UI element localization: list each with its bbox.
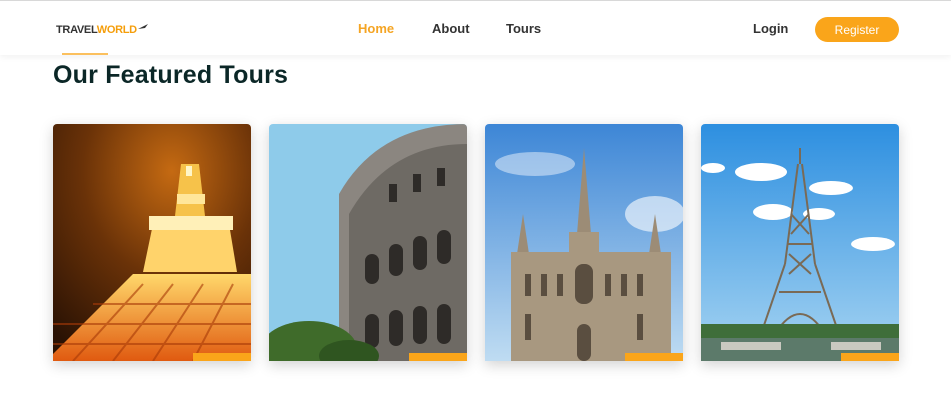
tour-tag-3: [625, 353, 683, 361]
section-title: Our Featured Tours: [53, 61, 289, 89]
tour-image-cathedral: [485, 124, 683, 361]
tour-image-eiffel-tower: [701, 124, 899, 361]
tour-tag-1: [193, 353, 251, 361]
tour-card-3[interactable]: [485, 124, 683, 361]
login-link[interactable]: Login: [753, 21, 788, 36]
tour-image-colosseum: [269, 124, 467, 361]
logo-text-world: WORLD: [96, 24, 137, 36]
site-header: TRAVELWORLD Home About Tours Login Regis…: [0, 0, 951, 55]
register-button[interactable]: Register: [815, 17, 899, 42]
nav-home[interactable]: Home: [358, 21, 394, 36]
tour-card-2[interactable]: [269, 124, 467, 361]
airplane-icon: [137, 24, 148, 29]
nav-about[interactable]: About: [432, 21, 470, 36]
tour-card-1[interactable]: [53, 124, 251, 361]
nav-tours[interactable]: Tours: [506, 21, 541, 36]
title-accent-line: [62, 53, 108, 55]
logo[interactable]: TRAVELWORLD: [56, 22, 148, 38]
tour-tag-4: [841, 353, 899, 361]
tour-card-4[interactable]: [701, 124, 899, 361]
logo-text: TRAVELWORLD: [56, 24, 137, 36]
tour-image-tokyo-tower: [53, 124, 251, 361]
tour-tag-2: [409, 353, 467, 361]
logo-text-travel: TRAVEL: [56, 24, 97, 36]
